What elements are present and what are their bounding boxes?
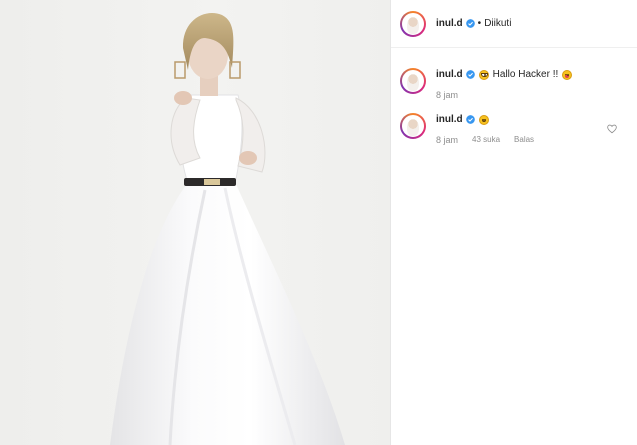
reply-button[interactable]: Balas xyxy=(514,135,534,145)
comment-time[interactable]: 8 jam xyxy=(436,135,458,145)
post-sidebar: inul.d • Diikuti inul.d Hallo Hacker !! xyxy=(390,0,637,445)
header-username[interactable]: inul.d xyxy=(436,18,463,29)
woman-white-gown-photo xyxy=(110,13,345,445)
comment-item: inul.d Hallo Hacker !! 8 jam xyxy=(391,68,637,100)
tongue-out-emoji xyxy=(562,69,573,80)
instagram-post: inul.d • Diikuti inul.d Hallo Hacker !! xyxy=(0,0,637,445)
heart-icon[interactable] xyxy=(607,124,617,134)
separator-dot: • xyxy=(477,18,482,29)
grinning-face-emoji xyxy=(478,69,489,80)
avatar[interactable] xyxy=(400,113,426,139)
avatar[interactable] xyxy=(400,68,426,94)
verified-badge-icon xyxy=(465,70,475,79)
verified-badge-icon xyxy=(465,115,475,124)
likes-count[interactable]: 43 suka xyxy=(472,135,500,145)
post-header: inul.d • Diikuti xyxy=(391,0,637,48)
verified-badge-icon xyxy=(465,19,475,28)
post-image[interactable] xyxy=(0,0,390,445)
smiling-face-emoji xyxy=(478,114,489,125)
comment-item: inul.d 8 jam 43 suka Balas xyxy=(391,113,637,145)
comment-time[interactable]: 8 jam xyxy=(436,90,458,100)
avatar[interactable] xyxy=(400,10,426,37)
follow-status-button[interactable]: Diikuti xyxy=(484,18,511,29)
comment-text: Hallo Hacker !! xyxy=(492,69,559,80)
comment-username[interactable]: inul.d xyxy=(436,68,463,81)
comment-username[interactable]: inul.d xyxy=(436,113,463,126)
